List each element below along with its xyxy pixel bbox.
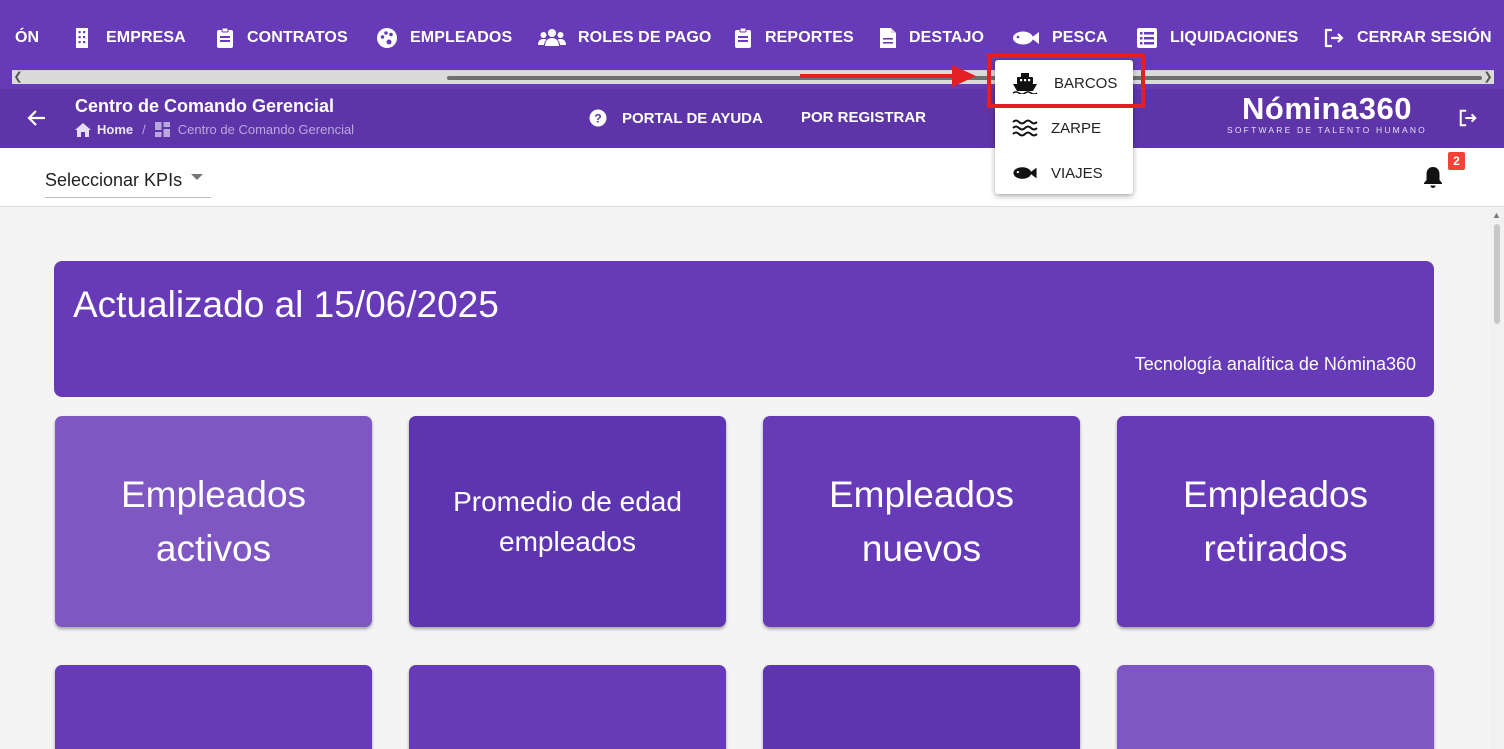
menu-item-label: ZARPE (1051, 119, 1102, 137)
bell-icon[interactable] (1422, 165, 1444, 189)
dashboard-icon (154, 122, 170, 137)
update-banner: Actualizado al 15/06/2025 Tecnología ana… (54, 261, 1434, 397)
kpi-select-label: Seleccionar KPIs (45, 170, 183, 190)
logo-text: Nómina360 (1242, 91, 1412, 126)
nav-item-pesca[interactable]: PESCA (1012, 26, 1108, 50)
logout-icon[interactable] (1458, 108, 1478, 128)
notification-badge: 2 (1448, 152, 1465, 170)
breadcrumb: Home / Centro de Comando Gerencial (75, 122, 354, 137)
chevron-down-icon (191, 174, 203, 180)
kpi-card-empleados-retirados[interactable]: Empleados retirados (1117, 416, 1434, 627)
nav-item-empleados[interactable]: EMPLEADOS (376, 26, 512, 50)
scroll-left-icon[interactable]: ❮ (12, 71, 24, 84)
palette-icon (377, 28, 397, 48)
scroll-up-icon[interactable]: ▲ (1492, 210, 1501, 220)
nav-item-label: CERRAR SESIÓN (1357, 29, 1492, 46)
breadcrumb-home[interactable]: Home (97, 122, 133, 137)
nav-item-label: ROLES DE PAGO (578, 29, 712, 46)
menu-item-label: VIAJES (1051, 164, 1103, 182)
help-icon: ? (589, 109, 607, 127)
nav-item-label: PESCA (1052, 29, 1108, 46)
menu-item-viajes[interactable]: VIAJES (995, 153, 1133, 193)
annotation-arrowhead (952, 65, 976, 87)
kpi-card-label: Promedio de edad empleados (453, 485, 682, 557)
building-icon (76, 28, 88, 48)
kpi-card[interactable] (1117, 665, 1434, 749)
nav-item-partial[interactable]: ÓN (15, 26, 39, 50)
list-icon (1137, 28, 1157, 48)
banner-subtitle: Tecnología analítica de Nómina360 (1134, 354, 1416, 374)
kpi-toolbar (0, 148, 1504, 207)
scroll-right-icon[interactable]: ❯ (1482, 71, 1494, 84)
home-icon (75, 122, 91, 137)
breadcrumb-current: Centro de Comando Gerencial (177, 122, 355, 137)
nav-item-contratos[interactable]: CONTRATOS (215, 26, 348, 50)
kpi-card[interactable] (409, 665, 726, 749)
kpi-select[interactable]: Seleccionar KPIs (45, 164, 211, 198)
nav-item-liquidaciones[interactable]: LIQUIDACIONES (1136, 26, 1298, 50)
kpi-card-empleados-nuevos[interactable]: Empleados nuevos (763, 416, 1080, 627)
kpi-card[interactable] (55, 665, 372, 749)
help-portal-link[interactable]: ? PORTAL DE AYUDA (589, 109, 763, 127)
nav-horizontal-scrollbar[interactable]: ❮ ❯ (12, 70, 1494, 84)
logo-tagline: SOFTWARE DE TALENTO HUMANO (1227, 125, 1427, 135)
nav-item-label: LIQUIDACIONES (1170, 29, 1299, 46)
svg-text:?: ? (594, 112, 601, 126)
kpi-card-label: Empleados activos (120, 473, 307, 569)
banner-title: Actualizado al 15/06/2025 (73, 284, 499, 325)
help-portal-label: PORTAL DE AYUDA (622, 109, 763, 127)
breadcrumb-separator: / (142, 122, 146, 137)
nav-item-cerrar-sesion[interactable]: CERRAR SESIÓN (1323, 26, 1492, 50)
fish-icon (1013, 31, 1039, 45)
clipboard-icon (735, 27, 751, 48)
fish-icon (1013, 167, 1037, 179)
page-vertical-scrollbar[interactable]: ▲ (1490, 208, 1504, 749)
kpi-card-promedio-edad[interactable]: Promedio de edad empleados (409, 416, 726, 627)
nav-item-label: DESTAJO (909, 29, 985, 46)
highlight-box (987, 54, 1145, 108)
waves-icon (1012, 119, 1038, 137)
menu-item-zarpe[interactable]: ZARPE (995, 108, 1133, 148)
nav-item-label: CONTRATOS (247, 29, 348, 46)
logout-icon (1324, 28, 1344, 48)
kpi-card[interactable] (763, 665, 1080, 749)
file-icon (880, 28, 896, 48)
por-registrar-link[interactable]: POR REGISTRAR (801, 109, 926, 126)
nav-item-reportes[interactable]: REPORTES (733, 26, 854, 50)
company-logo: Nómina360 SOFTWARE DE TALENTO HUMANO (1227, 91, 1427, 136)
nav-item-label: ÓN (15, 29, 40, 46)
kpi-card-label: Empleados retirados (1182, 473, 1369, 569)
nav-item-destajo[interactable]: DESTAJO (879, 26, 984, 50)
nav-item-label: EMPRESA (106, 29, 186, 46)
nav-item-roles-de-pago[interactable]: ROLES DE PAGO (538, 26, 711, 50)
annotation-arrow (800, 74, 960, 78)
back-arrow-icon[interactable] (27, 108, 47, 128)
kpi-card-empleados-activos[interactable]: Empleados activos (55, 416, 372, 627)
users-icon (538, 29, 566, 46)
nav-item-label: EMPLEADOS (410, 29, 513, 46)
clipboard-icon (217, 27, 233, 48)
scrollbar-thumb[interactable] (1494, 224, 1500, 324)
por-registrar-label: POR REGISTRAR (801, 109, 927, 126)
kpi-card-label: Empleados nuevos (828, 473, 1015, 569)
page-title: Centro de Comando Gerencial (75, 96, 335, 116)
nav-item-empresa[interactable]: EMPRESA (74, 26, 186, 50)
nav-item-label: REPORTES (765, 29, 854, 46)
